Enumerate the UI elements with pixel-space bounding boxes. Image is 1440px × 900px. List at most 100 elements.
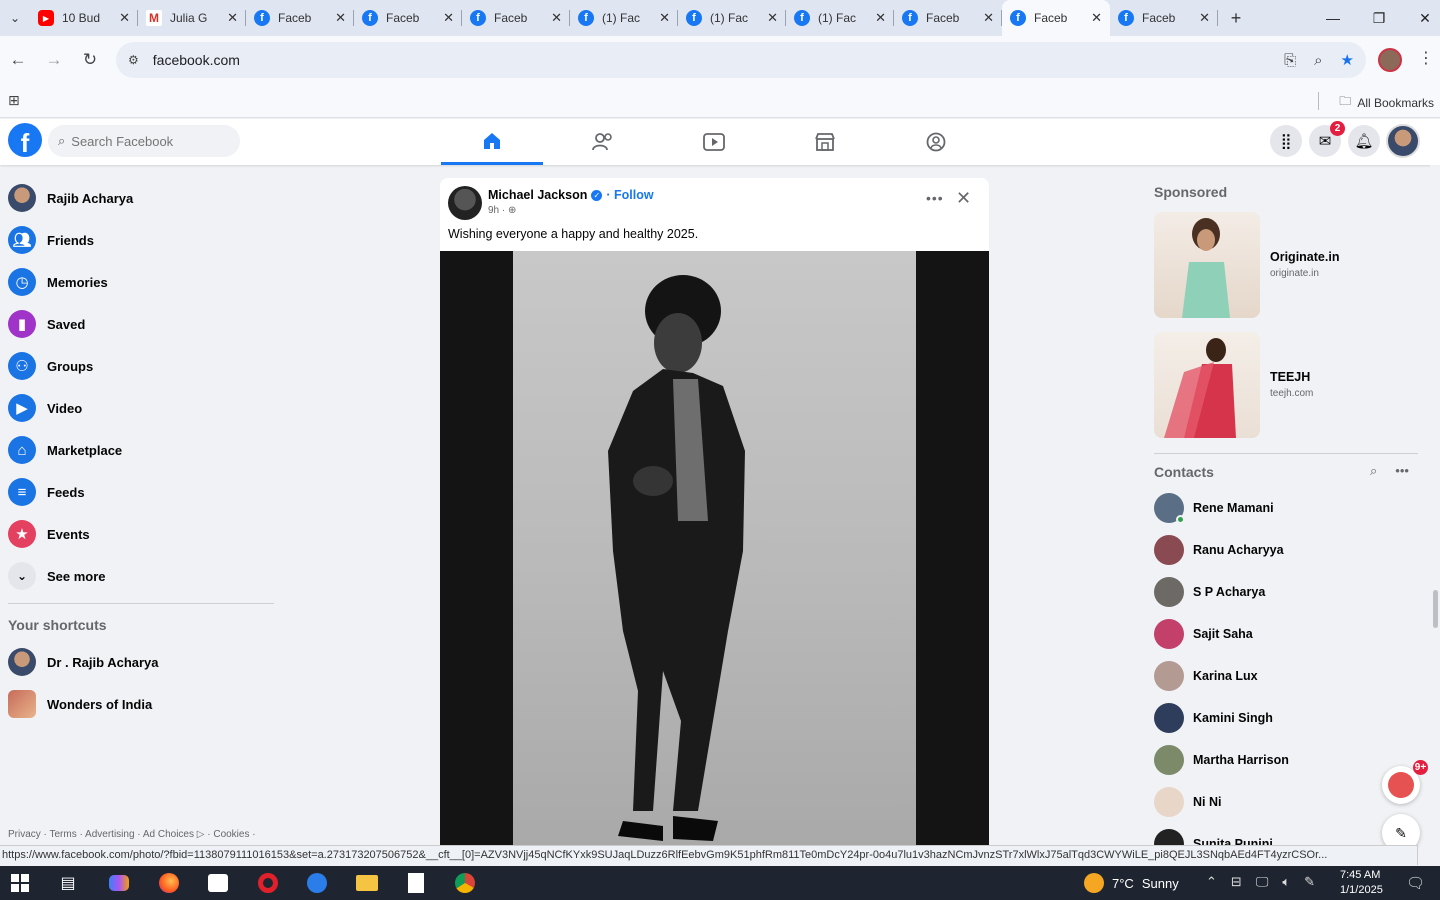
zoom-icon[interactable]: ⌕ (1314, 52, 1322, 69)
network-icon[interactable]: 🖵︎ (1256, 874, 1269, 890)
opera-icon[interactable] (256, 871, 280, 895)
contact-item[interactable]: Ni Ni (1154, 784, 1221, 820)
bookmark-star-icon[interactable]: ★ (1341, 51, 1354, 69)
chrome-icon[interactable] (453, 871, 477, 895)
site-info-icon[interactable]: ⚙ (128, 53, 139, 67)
contact-item[interactable]: Kamini Singh (1154, 700, 1273, 736)
contact-item[interactable]: Ranu Acharyya (1154, 532, 1284, 568)
facebook-search[interactable]: ⌕ (48, 125, 240, 157)
browser-menu-icon[interactable]: ⋮ (1418, 48, 1434, 68)
install-app-icon[interactable]: ⎘ (1284, 52, 1296, 69)
tab-close-icon[interactable]: ✕ (119, 10, 130, 26)
tab-close-icon[interactable]: ✕ (443, 10, 454, 26)
post-author-name[interactable]: Michael Jackson (488, 188, 587, 202)
browser-tab[interactable]: f (1) Fac ✕ (678, 0, 786, 36)
post-timestamp[interactable]: 9h · ⊕ (488, 205, 516, 216)
sidebar-item[interactable]: ★ Events (8, 516, 90, 552)
minimize-button[interactable]: — (1310, 0, 1356, 36)
firefox-icon[interactable] (157, 871, 181, 895)
tab-close-icon[interactable]: ✕ (875, 10, 886, 26)
post-close-icon[interactable]: ✕ (956, 188, 971, 209)
menu-button[interactable]: ⣿ (1270, 125, 1302, 157)
search-input[interactable] (71, 133, 222, 149)
weather-widget[interactable]: 7°C Sunny (1084, 873, 1179, 893)
file-explorer-icon[interactable] (355, 871, 379, 895)
windows-start-icon[interactable] (8, 871, 32, 895)
tab-close-icon[interactable]: ✕ (983, 10, 994, 26)
contact-item[interactable]: Rene Mamani (1154, 490, 1274, 526)
messenger-button[interactable]: ✉ 2 (1309, 121, 1345, 157)
sidebar-item[interactable]: ≡ Feeds (8, 474, 85, 510)
tab-friends[interactable] (552, 119, 654, 165)
device-icon[interactable]: ⊟ (1231, 874, 1242, 890)
address-bar[interactable]: ⚙ facebook.com ⎘ ⌕ ★ (116, 42, 1366, 78)
close-window-button[interactable]: ✕ (1402, 0, 1440, 36)
app-icon[interactable] (305, 871, 329, 895)
sidebar-item[interactable]: ▶ Video (8, 390, 82, 426)
browser-tab[interactable]: ▶ 10 Bud ✕ (30, 0, 138, 36)
contacts-more-icon[interactable]: ••• (1395, 463, 1409, 479)
tab-close-icon[interactable]: ✕ (1091, 10, 1102, 26)
browser-tab[interactable]: M Julia G ✕ (138, 0, 246, 36)
pen-icon[interactable]: ✎ (1304, 874, 1315, 890)
sidebar-item[interactable]: ⌂ Marketplace (8, 432, 122, 468)
browser-profile-avatar[interactable] (1378, 48, 1402, 72)
browser-tab[interactable]: f Faceb ✕ (1002, 0, 1110, 36)
tab-close-icon[interactable]: ✕ (659, 10, 670, 26)
back-button[interactable]: ← (0, 42, 36, 78)
shortcut-item[interactable]: Dr . Rajib Acharya (8, 644, 159, 680)
post-image[interactable] (440, 251, 989, 846)
notification-center-icon[interactable]: 🗨︎ (1406, 874, 1425, 892)
apps-grid-icon[interactable]: ⊞ (8, 92, 20, 109)
browser-tab[interactable]: f Faceb ✕ (1110, 0, 1218, 36)
contact-item[interactable]: Martha Harrison (1154, 742, 1289, 778)
page-scrollbar[interactable] (1430, 165, 1440, 845)
chat-bubble-button[interactable]: 9+ (1382, 760, 1428, 804)
facebook-logo[interactable]: f (8, 123, 42, 157)
browser-tab[interactable]: f Faceb ✕ (354, 0, 462, 36)
all-bookmarks-button[interactable]: 🗀 All Bookmarks (1339, 92, 1434, 113)
tab-marketplace[interactable] (774, 119, 876, 165)
post-more-options-icon[interactable]: ••• (926, 190, 944, 206)
contact-item[interactable]: Karina Lux (1154, 658, 1258, 694)
copilot-icon[interactable] (107, 871, 131, 895)
shortcut-item[interactable]: Wonders of India (8, 686, 152, 722)
tab-video[interactable] (663, 119, 765, 165)
tab-close-icon[interactable]: ✕ (767, 10, 778, 26)
store-icon[interactable] (206, 871, 230, 895)
account-avatar[interactable] (1386, 124, 1420, 158)
contacts-search-icon[interactable]: ⌕ (1370, 463, 1377, 479)
tab-search-button[interactable]: ⌄ (0, 0, 30, 36)
browser-tab[interactable]: f Faceb ✕ (894, 0, 1002, 36)
ad-item[interactable]: TEEJH teejh.com (1154, 332, 1424, 438)
browser-tab[interactable]: f Faceb ✕ (462, 0, 570, 36)
tab-close-icon[interactable]: ✕ (227, 10, 238, 26)
reload-button[interactable]: ↻ (72, 42, 108, 78)
scroll-thumb[interactable] (1433, 590, 1438, 628)
ad-item[interactable]: Originate.in originate.in (1154, 212, 1424, 318)
sidebar-item[interactable]: ◷ Memories (8, 264, 108, 300)
volume-icon[interactable]: 🔈︎ (1282, 874, 1290, 890)
tab-close-icon[interactable]: ✕ (551, 10, 562, 26)
sidebar-item[interactable]: 👥︎ Friends (8, 222, 94, 258)
tab-home[interactable] (441, 119, 543, 165)
clock[interactable]: 7:45 AM 1/1/2025 (1340, 868, 1383, 898)
forward-button[interactable]: → (36, 42, 72, 78)
browser-tab[interactable]: f (1) Fac ✕ (786, 0, 894, 36)
address-url[interactable]: facebook.com (153, 52, 240, 68)
follow-button[interactable]: · Follow (606, 188, 653, 202)
tab-close-icon[interactable]: ✕ (335, 10, 346, 26)
sidebar-item[interactable]: ⚇ Groups (8, 348, 93, 384)
task-view-icon[interactable]: ▤ (56, 871, 80, 895)
browser-tab[interactable]: f Faceb ✕ (246, 0, 354, 36)
sidebar-item[interactable]: ⌄ See more (8, 558, 106, 594)
notepad-icon[interactable] (404, 871, 428, 895)
notifications-button[interactable]: 🔔︎ (1348, 125, 1380, 157)
contact-item[interactable]: Sajit Saha (1154, 616, 1253, 652)
sidebar-item[interactable]: ▮ Saved (8, 306, 85, 342)
contact-item[interactable]: S P Acharya (1154, 574, 1265, 610)
restore-button[interactable]: ❐ (1356, 0, 1402, 36)
tab-close-icon[interactable]: ✕ (1199, 10, 1210, 26)
post-author-avatar[interactable] (448, 186, 482, 220)
browser-tab[interactable]: f (1) Fac ✕ (570, 0, 678, 36)
